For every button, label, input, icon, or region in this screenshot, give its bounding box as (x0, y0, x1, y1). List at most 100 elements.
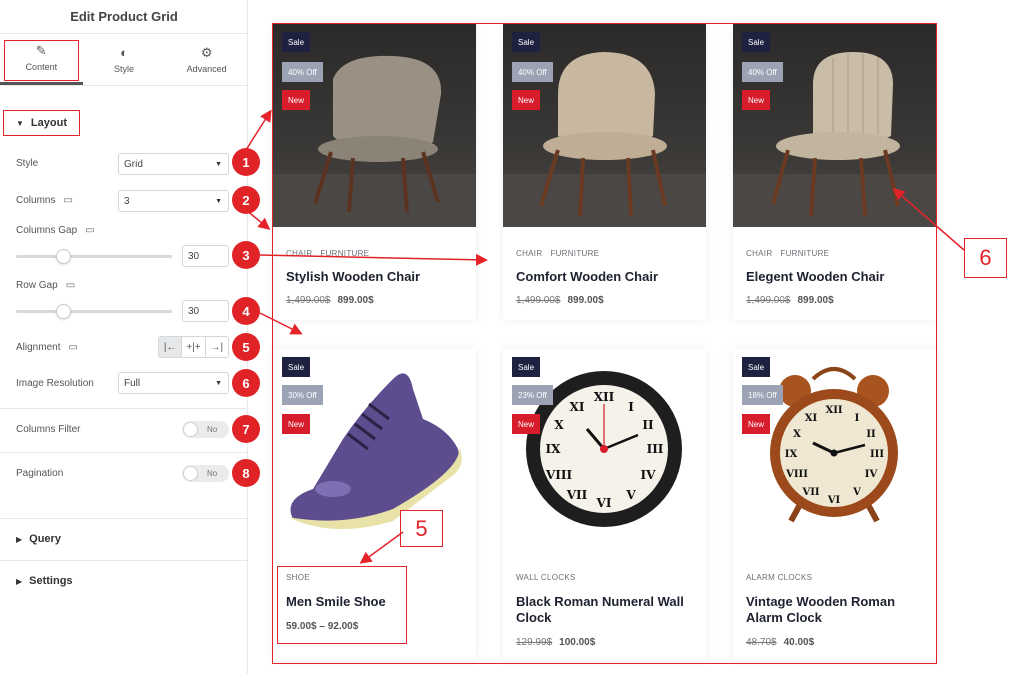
new-badge: New (742, 90, 771, 110)
panel-title: Edit Product Grid (0, 0, 248, 34)
desktop-icon[interactable]: ▭ (66, 280, 75, 291)
slider-handle[interactable] (56, 249, 71, 264)
product-card[interactable]: Sale 40% Off New CHAIR FURNITURE Stylish … (273, 24, 476, 320)
toggle-state: No (207, 425, 218, 434)
section-settings[interactable]: ▶ Settings (0, 561, 248, 601)
product-title[interactable]: Vintage Wooden Roman Alarm Clock (746, 594, 926, 626)
product-card[interactable]: Sale 40% Off New CHAIR FURNITURE Comfort … (503, 24, 706, 320)
desktop-icon[interactable]: ▭ (85, 225, 94, 236)
row-gap-slider[interactable] (16, 304, 172, 319)
svg-text:XII: XII (825, 405, 842, 416)
svg-text:IV: IV (865, 469, 878, 480)
product-price: 129.99$ 100.00$ (516, 637, 595, 648)
svg-text:III: III (647, 442, 664, 456)
product-categories: WALL CLOCKS (516, 573, 584, 582)
current-price: 899.00$ (567, 295, 604, 306)
callout-6: 6 (964, 238, 1007, 278)
svg-text:XI: XI (805, 413, 818, 424)
product-categories: CHAIR FURNITURE (746, 249, 837, 258)
chair-image[interactable] (733, 24, 936, 227)
tab-style[interactable]: ◐ Style (83, 34, 166, 85)
discount-badge: 40% Off (282, 62, 323, 82)
product-price: 1,499.00$ 899.00$ (286, 295, 374, 306)
desktop-icon[interactable]: ▭ (63, 195, 72, 206)
svg-text:IX: IX (546, 442, 562, 456)
columns-gap-label-text: Columns Gap (16, 225, 78, 236)
product-categories: CHAIR FURNITURE (516, 249, 607, 258)
section-query[interactable]: ▶ Query (0, 519, 248, 559)
toggle-knob (183, 422, 198, 437)
step-badge: 2 (232, 186, 260, 214)
wall-clock-illustration: XIIVI IX III III IVV VIIVIII XXI (526, 371, 682, 527)
category-link[interactable]: CHAIR (746, 249, 772, 258)
old-price: 1,499.00$ (286, 295, 331, 306)
columns-gap-slider[interactable] (16, 249, 172, 264)
align-left-button[interactable]: |← (159, 337, 183, 357)
category-link[interactable]: WALL CLOCKS (516, 573, 576, 582)
desktop-icon[interactable]: ▭ (68, 342, 77, 353)
svg-text:VII: VII (566, 488, 588, 502)
discount-badge: 40% Off (512, 62, 553, 82)
step-badge: 1 (232, 148, 260, 176)
row-gap-input[interactable]: 30 (182, 300, 229, 322)
svg-text:VI: VI (596, 496, 612, 510)
product-title[interactable]: Stylish Wooden Chair (286, 269, 466, 285)
svg-text:III: III (870, 449, 884, 460)
category-link[interactable]: CHAIR (516, 249, 542, 258)
slider-handle[interactable] (56, 304, 71, 319)
product-title[interactable]: Comfort Wooden Chair (516, 269, 696, 285)
align-center-button[interactable]: +|+ (182, 337, 206, 357)
alarm-clock-image[interactable]: XII VI IX III I II IV V VII VIII X XI (733, 349, 936, 552)
category-link[interactable]: FURNITURE (550, 249, 599, 258)
caret-right-icon: ▶ (16, 534, 23, 544)
chair-image[interactable] (503, 24, 706, 227)
pagination-toggle[interactable]: No (182, 465, 229, 482)
new-badge: New (512, 414, 541, 434)
align-right-button[interactable]: →| (206, 337, 228, 357)
product-card[interactable]: XII VI IX III I II IV V VII VIII X XI Sale 23%… (503, 349, 706, 661)
current-price: 899.00$ (337, 295, 374, 306)
image-resolution-select[interactable]: Full ▼ (118, 372, 229, 394)
category-link[interactable]: ALARM CLOCKS (746, 573, 812, 582)
step-badge: 5 (232, 333, 260, 361)
old-price: 48.70$ (746, 637, 777, 648)
svg-text:I: I (628, 400, 634, 414)
old-price: 1,499.00$ (516, 295, 561, 306)
columns-filter-toggle[interactable]: No (182, 421, 229, 438)
product-card[interactable]: Sale 40% Off New CHAIR FURNITURE Elegent … (733, 24, 936, 320)
sale-badge: Sale (512, 357, 541, 377)
product-categories: ALARM CLOCKS (746, 573, 820, 582)
tab-advanced[interactable]: ⚙ Advanced (165, 34, 248, 85)
sale-badge: Sale (742, 357, 771, 377)
product-title[interactable]: Black Roman Numeral Wall Clock (516, 594, 696, 626)
product-card[interactable]: XII VI IX III I II IV V VII VIII X XI Sale 18%… (733, 349, 936, 661)
product-title[interactable]: Elegent Wooden Chair (746, 269, 926, 285)
section-settings-label: Settings (29, 575, 73, 587)
svg-text:V: V (852, 487, 861, 498)
pagination-label-text: Pagination (16, 468, 64, 479)
category-link[interactable]: FURNITURE (780, 249, 829, 258)
chair-illustration (733, 52, 936, 227)
svg-text:X: X (793, 429, 801, 440)
category-link[interactable]: FURNITURE (320, 249, 369, 258)
svg-text:V: V (625, 488, 636, 502)
step-badge: 7 (232, 415, 260, 443)
current-price: 899.00$ (797, 295, 834, 306)
category-link[interactable]: CHAIR (286, 249, 312, 258)
wall-clock-image[interactable]: XII VI IX III I II IV V VII VIII X XI (503, 349, 706, 552)
sale-badge: Sale (282, 32, 311, 52)
style-select[interactable]: Grid ▼ (118, 153, 229, 175)
product-price: 1,499.00$ 899.00$ (516, 295, 604, 306)
discount-badge: 18% Off (742, 385, 783, 405)
chair-image[interactable] (273, 24, 476, 227)
style-label: Style (16, 158, 38, 169)
new-badge: New (282, 414, 311, 434)
columns-label-text: Columns (16, 195, 56, 206)
step-badge: 3 (232, 241, 260, 269)
columns-gap-input[interactable]: 30 (182, 245, 229, 267)
columns-select[interactable]: 3 ▼ (118, 190, 229, 212)
shoe-image[interactable] (273, 349, 476, 552)
divider (0, 452, 248, 453)
toggle-state: No (207, 469, 218, 478)
svg-text:II: II (642, 418, 654, 432)
